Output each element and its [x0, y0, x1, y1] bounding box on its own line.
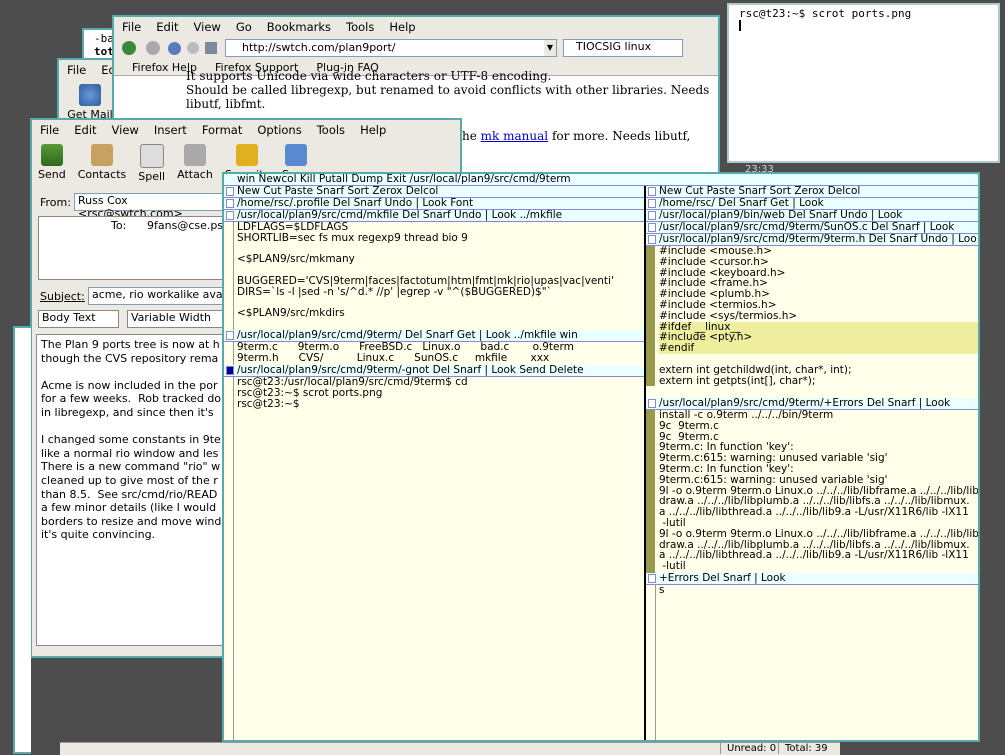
menu-tools[interactable]: Tools — [346, 20, 374, 34]
back-icon[interactable] — [122, 41, 136, 55]
menu-tools[interactable]: Tools — [317, 123, 345, 137]
spell-button[interactable]: Spell — [138, 144, 165, 183]
menu-view[interactable]: View — [112, 123, 139, 137]
contacts-button[interactable]: Contacts — [78, 144, 126, 181]
to-value: 9fans@cse.psu — [147, 219, 231, 232]
page-text: libutf, libfmt. — [186, 97, 266, 111]
window-tag-errors-2[interactable]: +Errors Del Snarf | Look — [646, 573, 978, 585]
paperclip-icon — [183, 144, 206, 166]
menu-edit[interactable]: Edit — [156, 20, 178, 34]
text-line: #include <sys/termios.h> — [659, 309, 798, 322]
acme-window[interactable]: win Newcol Kill Putall Dump Exit /usr/lo… — [222, 172, 980, 742]
text-line: <$PLAN9/src/mkmany — [237, 253, 355, 266]
subject-field[interactable]: acme, rio workalike availabl — [88, 287, 233, 305]
text-line: <$PLAN9/src/mkdirs — [237, 307, 345, 320]
from-field[interactable]: Russ Cox <rsc@swtch.com> — [74, 193, 229, 220]
to-label: To: — [111, 219, 127, 232]
acme-main-tag[interactable]: win Newcol Kill Putall Dump Exit /usr/lo… — [224, 174, 978, 186]
window-tag-web[interactable]: /usr/local/plan9/bin/web Del Snarf Undo … — [646, 210, 978, 222]
menu-format[interactable]: Format — [202, 123, 243, 137]
firefox-navbar: http://swtch.com/plan9port/ ▼ TIOCSIG li… — [114, 37, 718, 59]
total-count: Total: 39 — [778, 743, 828, 754]
forward-icon[interactable] — [146, 41, 160, 55]
shell-body[interactable]: rsc@t23:/usr/local/plan9/src/cmd/9term$ … — [224, 377, 644, 740]
mkfile-body[interactable]: LDFLAGS=$LDFLAGS SHORTLIB=sec fs mux rege… — [224, 222, 644, 330]
chevron-down-icon[interactable]: ▼ — [544, 40, 556, 56]
text-line: a ../../../lib/libthread.a ../../../lib/… — [659, 549, 969, 562]
text-line: 9c 9term.c — [659, 419, 719, 432]
text-line: extern int getpts(int[], char*); — [659, 374, 816, 387]
menu-bookmarks[interactable]: Bookmarks — [267, 20, 331, 34]
get-mail-button[interactable]: Get Mail — [65, 84, 115, 121]
paragraph-style-select[interactable]: Body Text — [38, 310, 119, 328]
menu-file[interactable]: File — [122, 20, 141, 34]
text-line: SHORTLIB=sec fs mux regexp9 thread bio 9 — [237, 231, 468, 244]
errors-body[interactable]: install -c o.9term ../../../bin/9term 9c … — [646, 410, 978, 573]
menu-help[interactable]: Help — [389, 20, 415, 34]
reload-icon[interactable] — [168, 41, 181, 55]
menu-help[interactable]: Help — [360, 123, 386, 137]
text-line: DIRS=`ls -l |sed -n 's/^d.* //p' |egrep … — [237, 285, 552, 298]
lock-icon — [236, 144, 259, 166]
text-line: -lutil — [659, 560, 686, 573]
home-icon[interactable] — [205, 42, 217, 54]
dir-listing-body[interactable]: 9term.c 9term.o FreeBSD.c Linux.o bad.c … — [224, 342, 644, 365]
text-line: s — [659, 584, 665, 596]
window-tag-sunos[interactable]: /usr/local/plan9/src/cmd/9term/SunOS.c D… — [646, 222, 978, 234]
menu-insert[interactable]: Insert — [154, 123, 187, 137]
menu-file[interactable]: File — [40, 123, 59, 137]
stop-icon[interactable] — [187, 42, 199, 54]
from-label: From: — [40, 195, 71, 209]
url-bar[interactable]: http://swtch.com/plan9port/ ▼ — [225, 39, 557, 57]
acme-left-column: New Cut Paste Snarf Sort Zerox Delcol /h… — [224, 186, 646, 740]
page-text: It supports Unicode via wide characters … — [186, 69, 552, 83]
save-icon — [284, 144, 307, 166]
xterm-window[interactable]: rsc@t23:~$ scrot ports.png — [727, 3, 1000, 163]
subject-label: Subject: — [40, 289, 85, 303]
compose-menubar: File Edit View Insert Format Options Too… — [32, 120, 460, 140]
text-line: rsc@t23:~$ scrot ports.png — [237, 386, 383, 399]
left-column-tag[interactable]: New Cut Paste Snarf Sort Zerox Delcol — [224, 186, 644, 198]
text-line: 9l -o o.9term 9term.o Linux.o ../../../l… — [659, 527, 978, 540]
spell-icon — [139, 144, 164, 168]
font-select[interactable]: Variable Width — [127, 310, 228, 328]
unread-count: Unread: 0 — [720, 743, 776, 754]
mk-manual-link[interactable]: mk manual — [481, 129, 548, 143]
text-line: rsc@t23:~$ — [237, 397, 303, 410]
menu-options[interactable]: Options — [257, 123, 301, 137]
send-button[interactable]: Send — [38, 144, 66, 181]
text-line: extern int getchildwd(int, char*, int); — [659, 363, 852, 376]
text-line: a ../../../lib/libthread.a ../../../lib/… — [659, 506, 969, 519]
contacts-icon — [90, 144, 113, 166]
menu-file[interactable]: File — [67, 63, 86, 77]
window-tag-profile[interactable]: /home/rsc/.profile Del Snarf Undo | Look… — [224, 198, 644, 210]
text-line: #include <pty.h> — [659, 332, 978, 344]
text-line: #include <cursor.h> — [659, 255, 769, 268]
acme-right-column: New Cut Paste Snarf Sort Zerox Delcol /h… — [646, 186, 978, 740]
text-line: 9term.h CVS/ Linux.c SunOS.c mkfile xxx — [237, 351, 550, 364]
attach-button[interactable]: Attach — [177, 144, 213, 181]
cursor — [739, 20, 741, 31]
right-column-tag[interactable]: New Cut Paste Snarf Sort Zerox Delcol — [646, 186, 978, 198]
text-line: #endif — [659, 343, 978, 354]
background-window-edge — [13, 326, 31, 754]
errors-2-body[interactable]: s — [646, 585, 978, 740]
xterm-line: rsc@t23:~$ scrot ports.png — [739, 7, 912, 20]
get-mail-icon — [79, 84, 101, 106]
search-input[interactable]: TIOCSIG linux — [563, 39, 683, 57]
window-tag-home[interactable]: /home/rsc/ Del Snarf Get | Look — [646, 198, 978, 210]
text-line: 9term.c:615: warning: unused variable 's… — [659, 473, 888, 486]
menu-view[interactable]: View — [194, 20, 221, 34]
send-icon — [40, 144, 63, 166]
page-text: Should be called libregexp, but renamed … — [186, 83, 710, 97]
firefox-menubar: File Edit View Go Bookmarks Tools Help — [114, 17, 718, 37]
url-text: http://swtch.com/plan9port/ — [242, 41, 396, 54]
menu-edit[interactable]: Edit — [74, 123, 96, 137]
header-file-body[interactable]: #include <mouse.h> #include <cursor.h> #in… — [646, 246, 978, 398]
menu-go[interactable]: Go — [236, 20, 252, 34]
mail-statusbar: Unread: 0 Total: 39 — [60, 742, 840, 755]
